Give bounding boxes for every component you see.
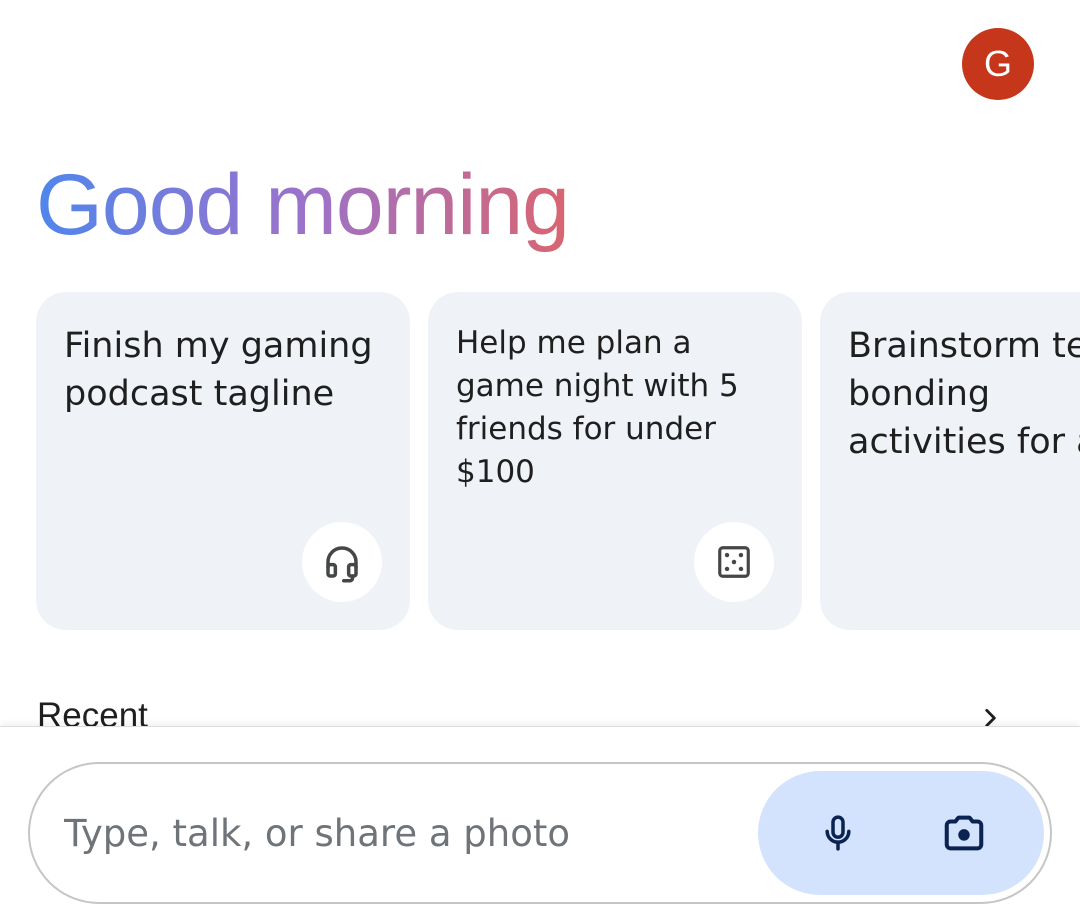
suggestion-card-text: Brainstorm teambondingactivities for a w… (848, 326, 1080, 462)
gemini-home-screen: G Good morning Finish my gaming podcast … (0, 0, 1080, 923)
microphone-icon[interactable] (798, 793, 878, 873)
suggestion-card-text: Finish my gaming podcast tagline (64, 326, 373, 414)
prompt-input[interactable] (64, 800, 704, 866)
suggestion-card-team-bonding[interactable]: Brainstorm teambondingactivities for a w… (820, 292, 1080, 630)
greeting-heading: Good morning (36, 150, 570, 260)
suggestion-card-text: Help me plan a game night with 5 friends… (456, 325, 739, 490)
profile-avatar[interactable]: G (962, 28, 1034, 100)
prompt-input-container[interactable] (28, 762, 1052, 904)
suggestion-carousel[interactable]: Finish my gaming podcast tagline Help me… (0, 292, 1080, 630)
avatar-letter: G (983, 43, 1012, 84)
dice-icon (694, 522, 774, 602)
input-actions-pill (758, 771, 1044, 895)
composer-bar (0, 726, 1080, 923)
suggestion-card-gaming-podcast[interactable]: Finish my gaming podcast tagline (36, 292, 410, 630)
suggestion-card-game-night[interactable]: Help me plan a game night with 5 friends… (428, 292, 802, 630)
headphones-icon (302, 522, 382, 602)
camera-icon[interactable] (924, 793, 1004, 873)
